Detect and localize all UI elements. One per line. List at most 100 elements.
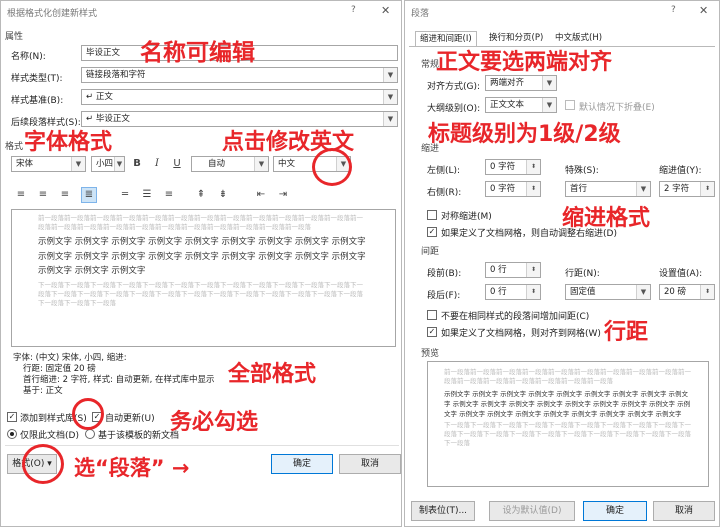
preview-previous-paragraph: 前一段落前一段落前一段落前一段落前一段落前一段落前一段落前一段落前一段落前一段落… bbox=[444, 368, 691, 385]
annotation-justify: 正文要选两端对齐 bbox=[436, 50, 613, 75]
title-bar: 根据格式化创建新样式 ? ✕ bbox=[1, 1, 401, 21]
indent-by-input[interactable]: 2 字符 ⬍ bbox=[659, 181, 715, 197]
chevron-down-icon: ▼ bbox=[542, 76, 556, 90]
special-indent-value: 首行 bbox=[570, 184, 588, 194]
close-icon[interactable]: ✕ bbox=[699, 4, 708, 17]
language-value: 中文 bbox=[278, 159, 296, 169]
outline-level-value: 正文文本 bbox=[490, 100, 525, 110]
special-indent-select[interactable]: 首行 ▼ bbox=[565, 181, 651, 197]
divider bbox=[5, 445, 399, 446]
no-space-same-style-checkbox[interactable] bbox=[427, 310, 437, 320]
preview-sample-text: 示例文字 示例文字 示例文字 示例文字 示例文字 示例文字 示例文字 示例文字 … bbox=[38, 237, 366, 276]
line-spacing-1-5-icon[interactable]: ☰ bbox=[139, 187, 155, 203]
only-this-document-radio[interactable] bbox=[7, 429, 17, 439]
indent-left-value: 0 字符 bbox=[490, 162, 516, 172]
title-bar: 段落 ? ✕ bbox=[405, 1, 719, 21]
font-select[interactable]: 宋体 ▼ bbox=[11, 156, 86, 172]
close-icon[interactable]: ✕ bbox=[381, 4, 390, 17]
style-type-label: 样式类型(T): bbox=[11, 74, 63, 84]
font-size-value: 小四 bbox=[96, 159, 114, 169]
outline-level-select[interactable]: 正文文本 ▼ bbox=[485, 97, 557, 113]
style-type-select[interactable]: 链接段落和字符 ▼ bbox=[81, 67, 398, 83]
italic-button[interactable]: I bbox=[149, 156, 165, 172]
cancel-button[interactable]: 取消 bbox=[653, 501, 715, 521]
indent-right-input[interactable]: 0 字符 ⬍ bbox=[485, 181, 541, 197]
chevron-down-icon: ▼ bbox=[383, 112, 397, 126]
based-on-value: ↵ 正文 bbox=[86, 92, 113, 102]
bold-button[interactable]: B bbox=[129, 156, 145, 172]
increase-indent-icon[interactable]: ⇥ bbox=[275, 187, 291, 203]
line-spacing-select[interactable]: 固定值 ▼ bbox=[565, 284, 651, 300]
annotation-font-format: 字体格式 bbox=[24, 130, 113, 155]
tabs-button[interactable]: 制表位(T)... bbox=[411, 501, 475, 521]
spinner-icon[interactable]: ⬍ bbox=[526, 263, 540, 277]
indent-left-label: 左侧(L): bbox=[427, 166, 461, 176]
space-before-value: 0 行 bbox=[490, 265, 507, 275]
add-to-gallery-checkbox[interactable]: ✓ bbox=[7, 412, 17, 422]
collapse-default-checkbox[interactable] bbox=[565, 100, 575, 110]
mirror-indents-checkbox[interactable] bbox=[427, 210, 437, 220]
line-spacing-single-icon[interactable]: ═ bbox=[117, 187, 133, 203]
alignment-value: 两端对齐 bbox=[490, 78, 525, 88]
style-description: 字体: (中文) 宋体, 小四, 缩进: 行距: 固定值 20 磅 首行缩进: … bbox=[13, 353, 215, 397]
auto-adjust-right-checkbox[interactable]: ✓ bbox=[427, 227, 437, 237]
align-left-icon[interactable]: ≡ bbox=[13, 187, 29, 203]
space-after-icon[interactable]: ⇟ bbox=[215, 187, 231, 203]
chevron-down-icon: ▼ bbox=[114, 157, 124, 171]
set-default-button[interactable]: 设为默认值(D) bbox=[489, 501, 575, 521]
ok-button[interactable]: 确定 bbox=[271, 454, 333, 474]
preview-sample-text: 示例文字 示例文字 示例文字 示例文字 示例文字 示例文字 示例文字 示例文字 … bbox=[444, 390, 691, 418]
indent-by-value: 2 字符 bbox=[664, 184, 690, 194]
section-format: 格式 bbox=[5, 142, 24, 152]
indent-right-value: 0 字符 bbox=[490, 184, 516, 194]
line-spacing-label: 行距(N): bbox=[565, 269, 600, 279]
chevron-down-icon: ▼ bbox=[542, 98, 556, 112]
indent-left-input[interactable]: 0 字符 ⬍ bbox=[485, 159, 541, 175]
help-icon[interactable]: ? bbox=[671, 5, 676, 15]
auto-update-label: 自动更新(U) bbox=[105, 414, 155, 424]
desc-line: 首行缩进: 2 字符, 样式: 自动更新, 在样式库中显示 bbox=[23, 375, 215, 385]
spinner-icon[interactable]: ⬍ bbox=[700, 182, 714, 196]
align-center-icon[interactable]: ≡ bbox=[35, 187, 51, 203]
cancel-button[interactable]: 取消 bbox=[339, 454, 401, 474]
align-right-icon[interactable]: ≡ bbox=[57, 187, 73, 203]
desc-line: 基于: 正文 bbox=[23, 386, 63, 396]
space-before-icon[interactable]: ⇞ bbox=[193, 187, 209, 203]
spinner-icon[interactable]: ⬍ bbox=[526, 285, 540, 299]
snap-to-grid-checkbox[interactable]: ✓ bbox=[427, 327, 437, 337]
spinner-icon[interactable]: ⬍ bbox=[700, 285, 714, 299]
no-space-same-style-label: 不要在相同样式的段落间增加间距(C) bbox=[441, 312, 590, 322]
section-spacing: 间距 bbox=[421, 247, 440, 257]
new-documents-label: 基于该模板的新文档 bbox=[98, 431, 180, 441]
create-style-dialog: 根据格式化创建新样式 ? ✕ 属性 名称(N): 毕设正文 样式类型(T): 链… bbox=[0, 0, 402, 527]
based-on-label: 样式基准(B): bbox=[11, 96, 64, 106]
chevron-down-icon: ▼ bbox=[383, 90, 397, 104]
annotation-line-spacing: 行距 bbox=[604, 320, 649, 345]
decrease-indent-icon[interactable]: ⇤ bbox=[253, 187, 269, 203]
dialog-title: 段落 bbox=[411, 9, 430, 19]
alignment-select[interactable]: 两端对齐 ▼ bbox=[485, 75, 557, 91]
line-spacing-double-icon[interactable]: ≡ bbox=[161, 187, 177, 203]
preview-next-paragraph: 下一段落下一段落下一段落下一段落下一段落下一段落下一段落下一段落下一段落下一段落… bbox=[444, 421, 691, 447]
space-before-input[interactable]: 0 行 ⬍ bbox=[485, 262, 541, 278]
new-documents-radio[interactable] bbox=[85, 429, 95, 439]
snap-to-grid-label: 如果定义了文档网格，则对齐到网格(W) bbox=[441, 329, 601, 339]
at-input[interactable]: 20 磅 ⬍ bbox=[659, 284, 715, 300]
only-this-document-label: 仅限此文档(D) bbox=[20, 431, 79, 441]
desc-line: 字体: (中文) 宋体, 小四, 缩进: bbox=[13, 353, 127, 363]
font-size-select[interactable]: 小四 ▼ bbox=[91, 156, 125, 172]
based-on-select[interactable]: ↵ 正文 ▼ bbox=[81, 89, 398, 105]
ok-button[interactable]: 确定 bbox=[583, 501, 647, 521]
space-after-input[interactable]: 0 行 ⬍ bbox=[485, 284, 541, 300]
help-icon[interactable]: ? bbox=[351, 5, 356, 15]
indent-by-label: 缩进值(Y): bbox=[659, 166, 702, 176]
spinner-icon[interactable]: ⬍ bbox=[526, 182, 540, 196]
chevron-down-icon: ▼ bbox=[636, 182, 650, 196]
spinner-icon[interactable]: ⬍ bbox=[526, 160, 540, 174]
chevron-down-icon: ▼ bbox=[636, 285, 650, 299]
font-color-select[interactable]: 自动 ▼ bbox=[191, 156, 269, 172]
align-justify-icon[interactable]: ≣ bbox=[81, 187, 97, 203]
underline-button[interactable]: U bbox=[169, 156, 185, 172]
space-before-label: 段前(B): bbox=[427, 269, 462, 279]
line-spacing-value: 固定值 bbox=[570, 287, 596, 297]
